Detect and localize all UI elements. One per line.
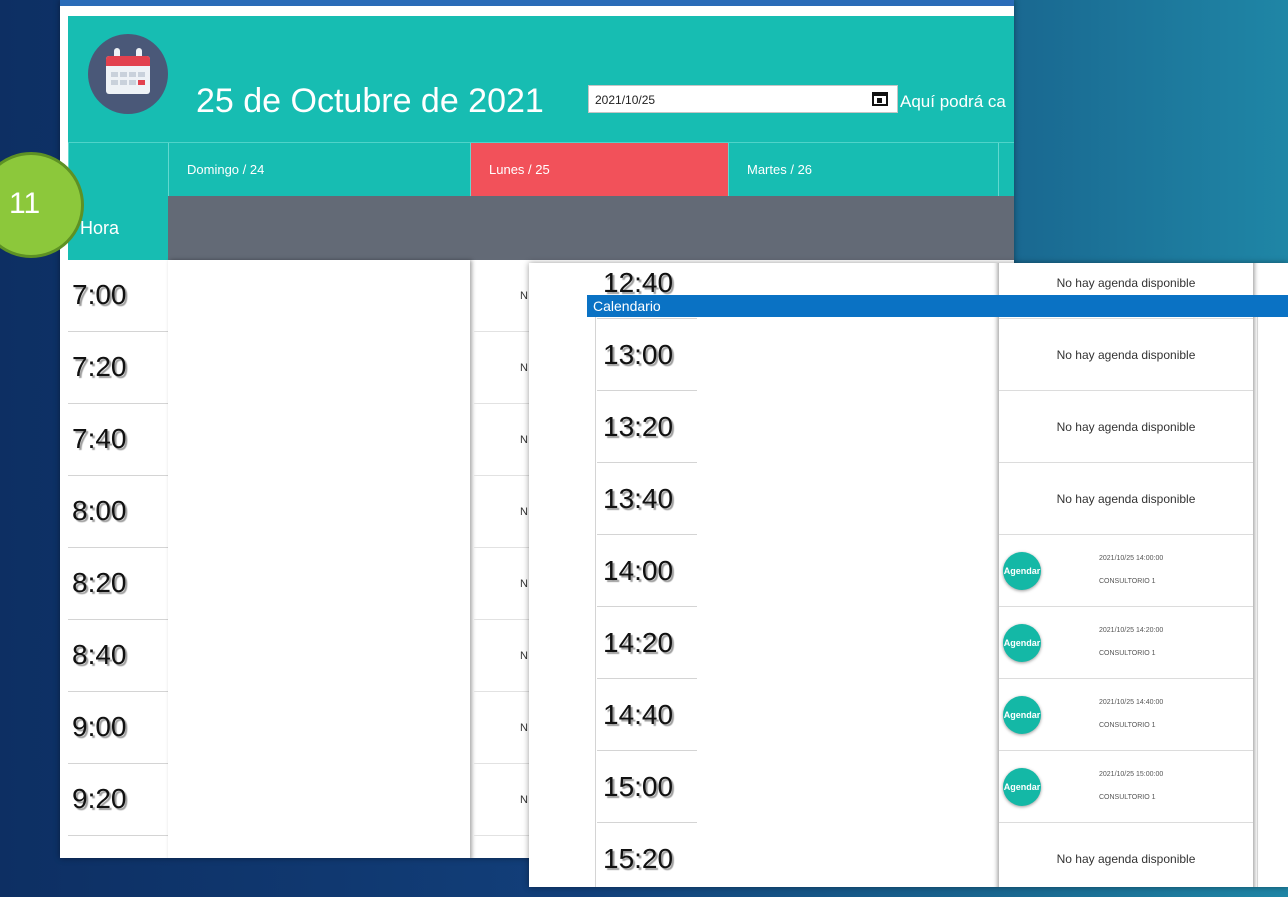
popup-titlebar: Calendario: [587, 295, 1288, 317]
calendar-popup-window: Calendario 12:40 13:00 13:20 13:40 14:00…: [529, 263, 1288, 887]
date-hint-text: Aquí podrá ca: [900, 92, 1006, 111]
slot-unavailable: No hay agenda disponible: [999, 391, 1253, 463]
time-label: 14:00: [597, 535, 697, 607]
slot-available: Agendar 2021/10/25 15:00:00 CONSULTORIO …: [999, 751, 1253, 823]
no-agenda-text: No hay agenda disponible: [1056, 348, 1196, 362]
slot-office: CONSULTORIO 1: [1099, 650, 1156, 657]
time-label: 9:20: [68, 764, 168, 836]
sunday-column: [168, 260, 470, 858]
day-header-row: Domingo / 24 Lunes / 25 Martes / 26: [68, 142, 1014, 197]
no-agenda-text: No hay agenda disponible: [1056, 420, 1196, 434]
time-label: 8:20: [68, 548, 168, 620]
time-label: 8:40: [68, 620, 168, 692]
no-agenda-text: No hay agenda disponible: [1056, 492, 1196, 506]
calendar-picker-icon[interactable]: [872, 92, 888, 106]
time-label: 15:20: [597, 823, 697, 887]
time-label: 7:00: [68, 260, 168, 332]
popup-day-column: No hay agenda disponible No hay agenda d…: [999, 263, 1253, 887]
slot-datetime: 2021/10/25 15:00:00: [1099, 771, 1164, 778]
day-header-next: [998, 143, 1014, 197]
time-label: 7:40: [68, 404, 168, 476]
calendar-icon: [88, 34, 168, 114]
column-divider: [1257, 317, 1258, 887]
slot-available: Agendar 2021/10/25 14:40:00 CONSULTORIO …: [999, 679, 1253, 751]
slot-unavailable: No hay agenda disponible: [999, 823, 1253, 887]
hour-header-band: [168, 196, 1014, 260]
slot-available: Agendar 2021/10/25 14:20:00 CONSULTORIO …: [999, 607, 1253, 679]
agendar-button[interactable]: Agendar: [1003, 696, 1041, 734]
slot-datetime: 2021/10/25 14:00:00: [1099, 555, 1164, 562]
agendar-button[interactable]: Agendar: [1003, 624, 1041, 662]
slot-datetime: 2021/10/25 14:20:00: [1099, 627, 1164, 634]
day-header-monday[interactable]: Lunes / 25: [470, 143, 728, 197]
time-label: 13:20: [597, 391, 697, 463]
agendar-button[interactable]: Agendar: [1003, 768, 1041, 806]
day-header-sunday[interactable]: Domingo / 24: [168, 143, 470, 197]
popup-time-column: 12:40 13:00 13:20 13:40 14:00 14:20 14:4…: [597, 263, 697, 887]
page-title: 25 de Octubre de 2021: [196, 82, 544, 120]
time-column: 7:00 7:20 7:40 8:00 8:20 8:40 9:00 9:20: [68, 260, 168, 836]
time-label: 9:00: [68, 692, 168, 764]
window-top-border: [60, 0, 1014, 6]
slot-unavailable: No hay agenda disponible: [999, 319, 1253, 391]
time-label: 7:20: [68, 332, 168, 404]
calendar-header: 25 de Octubre de 2021 2021/10/25 Aquí po…: [68, 16, 1014, 142]
slot-datetime: 2021/10/25 14:40:00: [1099, 699, 1164, 706]
time-label: 8:00: [68, 476, 168, 548]
slot-office: CONSULTORIO 1: [1099, 794, 1156, 801]
day-header-tuesday[interactable]: Martes / 26: [728, 143, 998, 197]
column-divider: [595, 317, 596, 887]
time-label: 13:40: [597, 463, 697, 535]
time-label: 13:00: [597, 319, 697, 391]
no-agenda-text: No hay agenda disponible: [1056, 852, 1196, 866]
day-header-blank: [68, 143, 168, 197]
time-label: 14:40: [597, 679, 697, 751]
slot-available: Agendar 2021/10/25 14:00:00 CONSULTORIO …: [999, 535, 1253, 607]
agendar-button[interactable]: Agendar: [1003, 552, 1041, 590]
slot-unavailable: No hay agenda disponible: [999, 463, 1253, 535]
slot-office: CONSULTORIO 1: [1099, 722, 1156, 729]
date-input[interactable]: 2021/10/25: [588, 85, 898, 113]
slot-office: CONSULTORIO 1: [1099, 578, 1156, 585]
time-label: 15:00: [597, 751, 697, 823]
time-label: 14:20: [597, 607, 697, 679]
hour-header-row: Hora: [68, 196, 1014, 260]
